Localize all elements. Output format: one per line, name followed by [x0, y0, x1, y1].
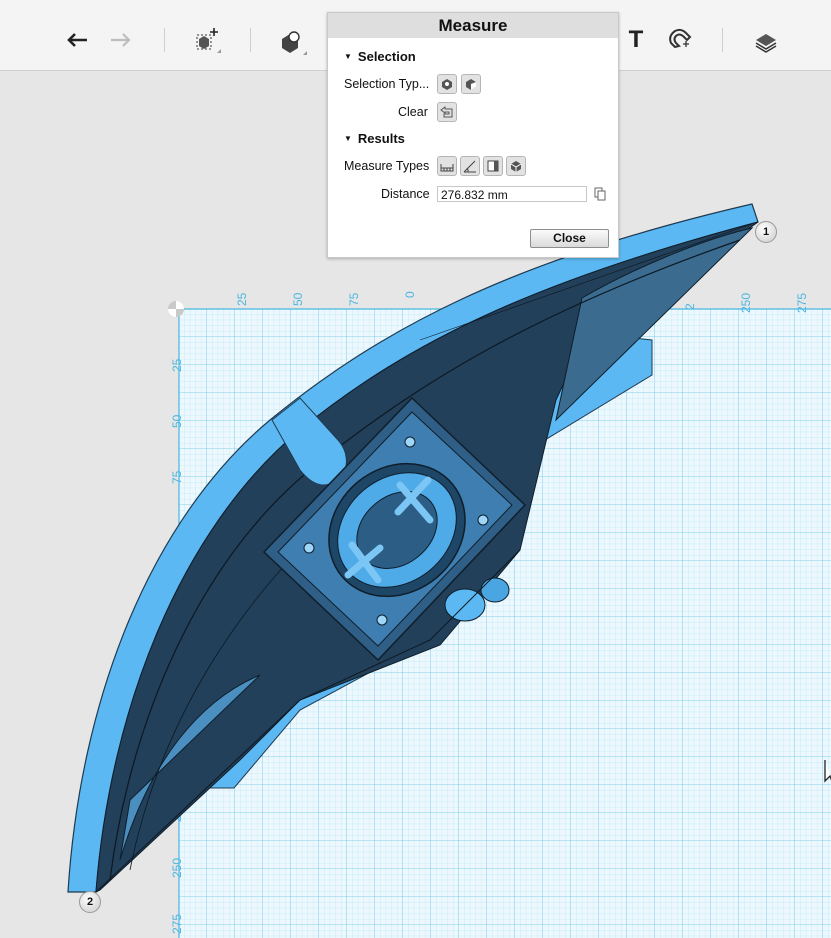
measure-panel-title: Measure — [328, 13, 618, 38]
measure-distance-button[interactable] — [437, 156, 457, 176]
undo-button[interactable] — [62, 22, 94, 58]
clear-selection-button[interactable] — [437, 102, 457, 122]
ruler-distance-icon — [440, 164, 454, 172]
undo-arrow-icon — [67, 33, 87, 47]
material-button[interactable] — [750, 22, 782, 58]
measure-area-button[interactable] — [483, 156, 503, 176]
close-button[interactable]: Close — [530, 229, 609, 248]
ruler-left-label: 250 — [170, 858, 184, 878]
ruler-left-label: 275 — [170, 914, 184, 934]
face-select-icon — [466, 79, 476, 90]
selection-heading: Selection — [357, 49, 416, 64]
ruler-left-label: 50 — [170, 414, 184, 428]
area-icon — [487, 160, 499, 172]
ruler-top-label: 2 — [683, 303, 697, 310]
ruler-top-label: 50 — [291, 292, 305, 306]
collapse-triangle-icon: ▼ — [344, 134, 352, 143]
layers-icon — [755, 34, 777, 53]
toolbar-divider — [164, 28, 165, 52]
add-box-icon — [196, 28, 221, 53]
select-face-button[interactable] — [461, 74, 481, 94]
ruler-top-label: 75 — [347, 292, 361, 306]
text-tool-icon: T — [628, 26, 644, 53]
solid-select-icon — [442, 79, 452, 90]
select-solid-button[interactable] — [437, 74, 457, 94]
copy-icon — [594, 187, 606, 201]
text-tool-button[interactable]: T — [620, 22, 652, 58]
ruler-left-label: 25 — [170, 358, 184, 372]
results-heading: Results — [357, 131, 405, 146]
toolbar-divider — [250, 28, 251, 52]
magnet-icon — [669, 28, 692, 49]
selection-type-label: Selection Typ... — [344, 77, 430, 91]
distance-label: Distance — [381, 187, 430, 201]
measure-volume-button[interactable] — [506, 156, 526, 176]
modify-button[interactable] — [276, 22, 308, 58]
measure-types-label: Measure Types — [344, 159, 430, 173]
mouse-cursor-icon — [824, 760, 831, 783]
ruler-top-label: 275 — [795, 293, 809, 313]
measure-point-1-marker[interactable]: 1 — [755, 221, 777, 243]
ruler-top-label: 25 — [235, 292, 249, 306]
origin-marker — [168, 301, 184, 317]
ruler-top-label: 250 — [739, 293, 753, 313]
clear-icon — [440, 106, 453, 118]
toolbar-divider — [722, 28, 723, 52]
primitives-button[interactable] — [192, 22, 224, 58]
measure-point-2-marker[interactable]: 2 — [79, 891, 101, 913]
volume-icon — [510, 161, 522, 172]
results-section-header[interactable]: ▼ Results — [344, 131, 405, 146]
modify-shape-icon — [282, 31, 307, 55]
distance-value-field[interactable]: 276.832 mm — [437, 186, 587, 202]
measure-panel: Measure ▼ Selection Selection Typ... Clea… — [327, 12, 619, 258]
ruler-top-label: 0 — [403, 291, 417, 298]
snap-button[interactable] — [664, 22, 696, 58]
clear-label: Clear — [398, 105, 428, 119]
redo-button[interactable] — [104, 22, 136, 58]
collapse-triangle-icon: ▼ — [344, 52, 352, 61]
copy-value-button[interactable] — [594, 187, 606, 206]
redo-arrow-icon — [111, 33, 131, 47]
ruler-left-label: 75 — [170, 470, 184, 484]
selection-section-header[interactable]: ▼ Selection — [344, 49, 416, 64]
angle-icon — [463, 160, 476, 173]
measure-angle-button[interactable] — [460, 156, 480, 176]
